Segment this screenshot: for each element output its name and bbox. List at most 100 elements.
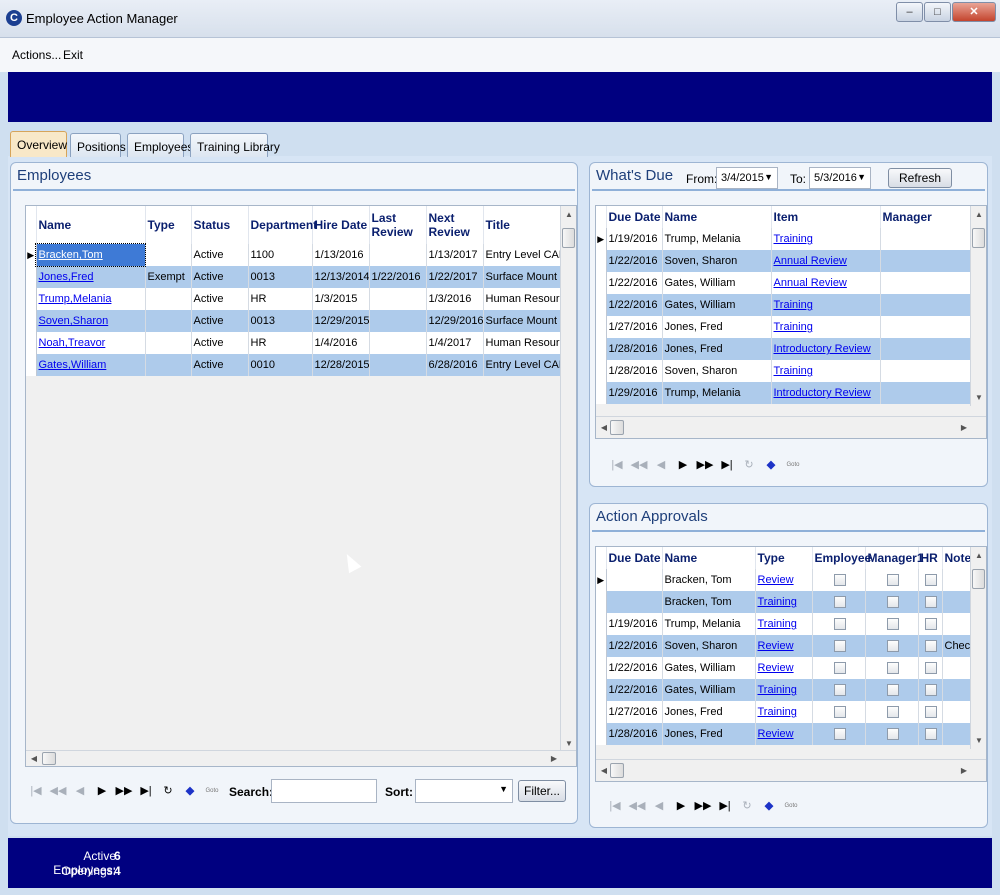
scroll-up-icon[interactable]: ▲ bbox=[561, 210, 576, 219]
item-cell[interactable]: Introductory Review bbox=[771, 338, 881, 360]
manager1-approval-checkbox-cell[interactable] bbox=[865, 591, 919, 613]
table-row[interactable]: 1/22/2016 Soven, Sharon Review Chec bbox=[596, 635, 973, 657]
type-cell[interactable]: Review bbox=[755, 635, 813, 657]
employee-approval-checkbox[interactable] bbox=[833, 640, 846, 653]
column-header-name[interactable]: Name bbox=[36, 206, 146, 244]
row-selector[interactable] bbox=[26, 266, 37, 288]
from-date-picker[interactable]: 3/4/2015 ▼ bbox=[716, 167, 778, 189]
refresh-icon[interactable]: ↻ bbox=[157, 781, 179, 801]
item-cell[interactable]: Training bbox=[771, 294, 881, 316]
item-cell[interactable]: Training bbox=[771, 316, 881, 338]
minimize-button[interactable]: – bbox=[896, 2, 923, 22]
column-header-status[interactable]: Status bbox=[191, 206, 249, 244]
table-row[interactable]: Gates,William Active 0010 12/28/2015 6/2… bbox=[26, 354, 563, 376]
tab-overview[interactable]: Overview bbox=[10, 131, 67, 157]
scroll-down-icon[interactable]: ▼ bbox=[971, 736, 986, 745]
table-row[interactable]: 1/28/2016 Jones, Fred Introductory Review bbox=[596, 338, 973, 360]
hr-approval-checkbox[interactable] bbox=[925, 618, 937, 631]
type-cell[interactable]: Training bbox=[755, 613, 813, 635]
type-cell[interactable]: Review bbox=[755, 723, 813, 745]
item-cell[interactable]: Training bbox=[771, 228, 881, 250]
table-row[interactable]: ▶ 1/19/2016 Trump, Melania Training bbox=[596, 228, 973, 250]
refresh-icon[interactable]: ↻ bbox=[736, 796, 758, 816]
employee-approval-checkbox-cell[interactable] bbox=[812, 591, 866, 613]
type-link[interactable]: Training bbox=[758, 684, 797, 696]
employee-approval-checkbox-cell[interactable] bbox=[812, 657, 866, 679]
table-row[interactable]: 1/27/2016 Jones, Fred Training bbox=[596, 701, 973, 723]
row-selector[interactable] bbox=[596, 613, 607, 635]
row-selector[interactable] bbox=[596, 591, 607, 613]
column-header-type[interactable]: Type bbox=[755, 547, 813, 569]
item-link[interactable]: Introductory Review bbox=[774, 343, 871, 355]
tab-training-library[interactable]: Training Library bbox=[190, 133, 280, 157]
column-header-department[interactable]: Department bbox=[248, 206, 317, 244]
bookmark-icon[interactable]: ◆ bbox=[760, 455, 782, 475]
approvals-vertical-scrollbar[interactable]: ▲ ▼ bbox=[970, 547, 986, 749]
next-page-icon[interactable]: ▶▶ bbox=[694, 455, 716, 475]
manager1-approval-checkbox-cell[interactable] bbox=[865, 569, 919, 591]
employee-approval-checkbox[interactable] bbox=[833, 706, 846, 719]
column-header-hire-date[interactable]: Hire Date bbox=[312, 206, 370, 244]
column-header-next-review[interactable]: Next Review bbox=[426, 206, 484, 244]
approvals-horizontal-scrollbar[interactable]: ◀ ▶ bbox=[596, 759, 986, 781]
hr-approval-checkbox[interactable] bbox=[925, 706, 937, 719]
item-cell[interactable]: Annual Review bbox=[771, 272, 881, 294]
employee-approval-checkbox[interactable] bbox=[833, 662, 846, 675]
table-row[interactable]: 1/28/2016 Soven, Sharon Training bbox=[596, 360, 973, 382]
manager1-approval-checkbox[interactable] bbox=[886, 596, 899, 609]
menu-actions[interactable]: Actions... bbox=[12, 48, 61, 62]
row-selector[interactable] bbox=[596, 679, 607, 701]
manager1-approval-checkbox[interactable] bbox=[886, 618, 899, 631]
item-cell[interactable]: Training bbox=[771, 360, 881, 382]
prev-record-icon[interactable]: ◀ bbox=[648, 796, 670, 816]
to-date-picker[interactable]: 5/3/2016 ▼ bbox=[809, 167, 871, 189]
row-selector[interactable] bbox=[596, 250, 607, 272]
manager1-approval-checkbox[interactable] bbox=[886, 706, 899, 719]
first-record-icon[interactable]: |◀ bbox=[606, 455, 628, 475]
row-selector[interactable] bbox=[596, 657, 607, 679]
scroll-right-icon[interactable]: ▶ bbox=[956, 766, 972, 775]
table-row[interactable]: 1/22/2016 Gates, William Training bbox=[596, 679, 973, 701]
type-link[interactable]: Review bbox=[758, 662, 794, 674]
table-row[interactable]: Jones,Fred Exempt Active 0013 12/13/2014… bbox=[26, 266, 563, 288]
manager1-approval-checkbox[interactable] bbox=[886, 684, 899, 697]
column-header-due-date[interactable]: Due Date bbox=[606, 206, 663, 228]
employee-approval-checkbox[interactable] bbox=[833, 728, 846, 741]
column-header-employee[interactable]: Employee bbox=[812, 547, 871, 569]
manager1-approval-checkbox-cell[interactable] bbox=[865, 723, 919, 745]
column-header-type[interactable]: Type bbox=[145, 206, 192, 244]
row-selector[interactable] bbox=[596, 294, 607, 316]
refresh-button[interactable]: Refresh bbox=[888, 168, 952, 188]
row-selector[interactable] bbox=[596, 338, 607, 360]
scroll-right-icon[interactable]: ▶ bbox=[956, 423, 972, 432]
scroll-thumb[interactable] bbox=[562, 228, 575, 248]
type-cell[interactable]: Training bbox=[755, 679, 813, 701]
goto-icon[interactable]: Goto bbox=[780, 796, 802, 816]
column-header-title[interactable]: Title bbox=[483, 206, 563, 244]
hr-approval-checkbox[interactable] bbox=[925, 596, 937, 609]
employees-horizontal-scrollbar[interactable]: ◀ ▶ bbox=[26, 750, 576, 766]
scroll-right-icon[interactable]: ▶ bbox=[546, 754, 562, 763]
item-link[interactable]: Training bbox=[774, 321, 813, 333]
tab-employees[interactable]: Employees bbox=[127, 133, 193, 157]
type-link[interactable]: Training bbox=[758, 706, 797, 718]
row-selector[interactable] bbox=[26, 332, 37, 354]
type-link[interactable]: Review bbox=[758, 640, 794, 652]
row-selector[interactable] bbox=[596, 635, 607, 657]
employee-approval-checkbox-cell[interactable] bbox=[812, 635, 866, 657]
hr-approval-checkbox[interactable] bbox=[925, 640, 937, 653]
type-cell[interactable]: Training bbox=[755, 591, 813, 613]
row-selector[interactable] bbox=[596, 272, 607, 294]
column-header-item[interactable]: Item bbox=[771, 206, 881, 228]
type-cell[interactable]: Training bbox=[755, 701, 813, 723]
scroll-down-icon[interactable]: ▼ bbox=[971, 393, 986, 402]
search-input[interactable] bbox=[271, 779, 377, 803]
manager1-approval-checkbox-cell[interactable] bbox=[865, 613, 919, 635]
prev-page-icon[interactable]: ◀◀ bbox=[47, 781, 69, 801]
employee-name-cell[interactable]: Noah,Treavor bbox=[36, 332, 146, 354]
row-selector[interactable] bbox=[596, 382, 607, 404]
prev-record-icon[interactable]: ◀ bbox=[69, 781, 91, 801]
manager1-approval-checkbox-cell[interactable] bbox=[865, 701, 919, 723]
hr-approval-checkbox[interactable] bbox=[925, 728, 937, 741]
column-header-name[interactable]: Name bbox=[662, 547, 756, 569]
